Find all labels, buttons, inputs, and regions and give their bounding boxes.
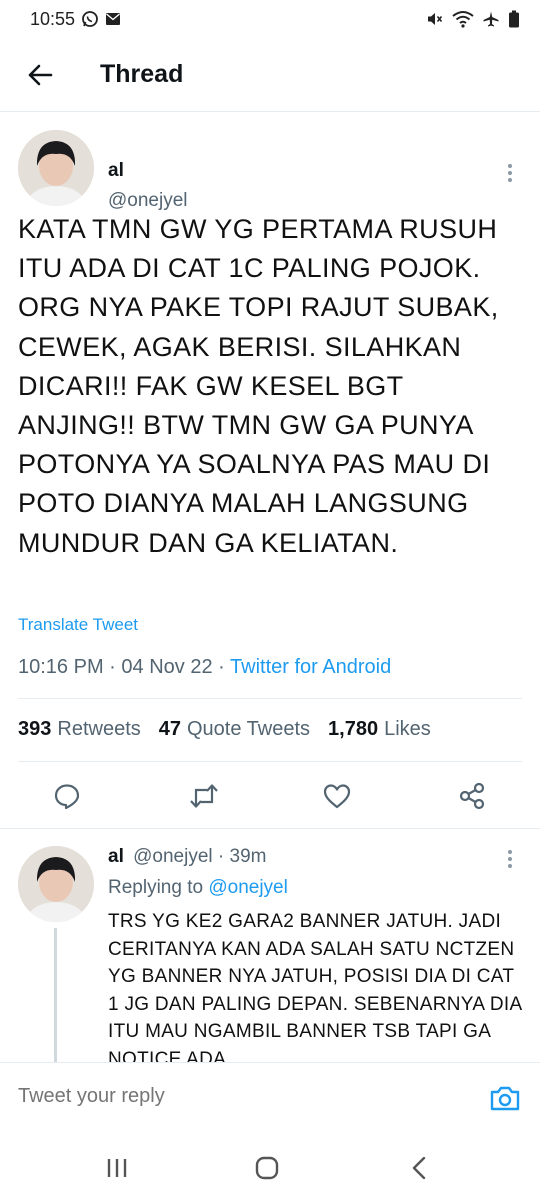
recent-apps-icon (106, 1158, 128, 1178)
tweet-date: 04 Nov 22 (121, 656, 213, 678)
retweets-label: Retweets (57, 718, 141, 740)
section-separator (0, 828, 540, 829)
top-app-bar: Thread (0, 38, 540, 112)
reply-author-handle[interactable]: @onejyel (133, 846, 213, 867)
likes-count: 1,780 (328, 718, 379, 740)
reply-age: 39m (229, 846, 267, 867)
whatsapp-icon (81, 10, 99, 28)
author-handle[interactable]: @onejyel (108, 190, 188, 212)
reply-input[interactable] (18, 1085, 458, 1108)
quotes-label: Quote Tweets (187, 718, 311, 740)
share-button[interactable] (452, 772, 492, 820)
meta-separator: · (109, 656, 116, 678)
replying-to: Replying to @onejyel (108, 877, 288, 899)
translate-tweet-link[interactable]: Translate Tweet (18, 615, 138, 635)
more-vertical-icon (507, 849, 513, 869)
reply-composer (0, 1062, 540, 1134)
battery-icon (508, 10, 520, 28)
reply-more-button[interactable] (498, 846, 522, 872)
replying-label: Replying to (108, 877, 204, 898)
likes-stat[interactable]: 1,780 Likes (328, 718, 431, 741)
likes-label: Likes (384, 718, 431, 740)
retweets-stat[interactable]: 393 Retweets (18, 718, 141, 741)
quotes-count: 47 (158, 718, 181, 740)
like-button[interactable] (317, 772, 357, 820)
reply-button[interactable] (47, 772, 87, 820)
divider (18, 761, 522, 762)
tweet-text: KATA TMN GW YG PERTAMA RUSUH ITU ADA DI … (18, 214, 499, 558)
thread-line (54, 928, 57, 1068)
share-icon (458, 782, 486, 810)
tweet-more-button[interactable] (498, 158, 522, 188)
system-nav-bar (0, 1134, 540, 1200)
more-vertical-icon (507, 163, 513, 183)
quote-tweets-stat[interactable]: 47 Quote Tweets (159, 718, 310, 741)
arrow-left-icon (27, 63, 53, 87)
status-left: 10:55 (30, 9, 121, 30)
mail-icon (105, 12, 121, 26)
mute-icon (426, 10, 444, 28)
page-title: Thread (100, 60, 184, 88)
chevron-left-icon (412, 1157, 426, 1179)
comment-icon (53, 782, 81, 810)
reply-author-name[interactable]: al (108, 846, 124, 867)
tweet-meta: 10:16 PM · 04 Nov 22 · Twitter for Andro… (18, 656, 391, 679)
meta-separator: · (218, 656, 225, 678)
tweet-actions (0, 772, 540, 820)
tweet-time: 10:16 PM (18, 656, 104, 678)
home-button[interactable] (247, 1150, 287, 1186)
system-back-button[interactable] (399, 1150, 439, 1186)
wifi-icon (452, 10, 474, 28)
status-right (426, 10, 520, 28)
status-bar: 10:55 (0, 0, 540, 38)
airplane-icon (482, 10, 500, 28)
replying-handle-link[interactable]: @onejyel (208, 877, 288, 898)
retweet-button[interactable] (184, 772, 224, 820)
heart-icon (323, 783, 351, 809)
retweet-icon (189, 782, 219, 810)
author-name[interactable]: al (108, 160, 124, 182)
tweet-stats: 393 Retweets 47 Quote Tweets 1,780 Likes (18, 718, 431, 741)
avatar[interactable] (18, 130, 94, 206)
tweet-source-link[interactable]: Twitter for Android (230, 656, 391, 678)
reply-header: al @onejyel · 39m (108, 846, 267, 868)
back-button[interactable] (0, 38, 80, 112)
reply-text: TRS YG KE2 GARA2 BANNER JATUH. JADI CERI… (108, 911, 522, 1062)
camera-icon (489, 1084, 521, 1112)
divider (18, 698, 522, 699)
reply-separator: · (217, 846, 225, 867)
camera-button[interactable] (488, 1081, 522, 1115)
recent-apps-button[interactable] (97, 1150, 137, 1186)
reply-avatar[interactable] (18, 846, 94, 922)
home-icon (255, 1156, 279, 1180)
status-time: 10:55 (30, 8, 76, 29)
tweet-author-row: al @onejyel (18, 130, 522, 212)
retweets-count: 393 (18, 718, 52, 740)
